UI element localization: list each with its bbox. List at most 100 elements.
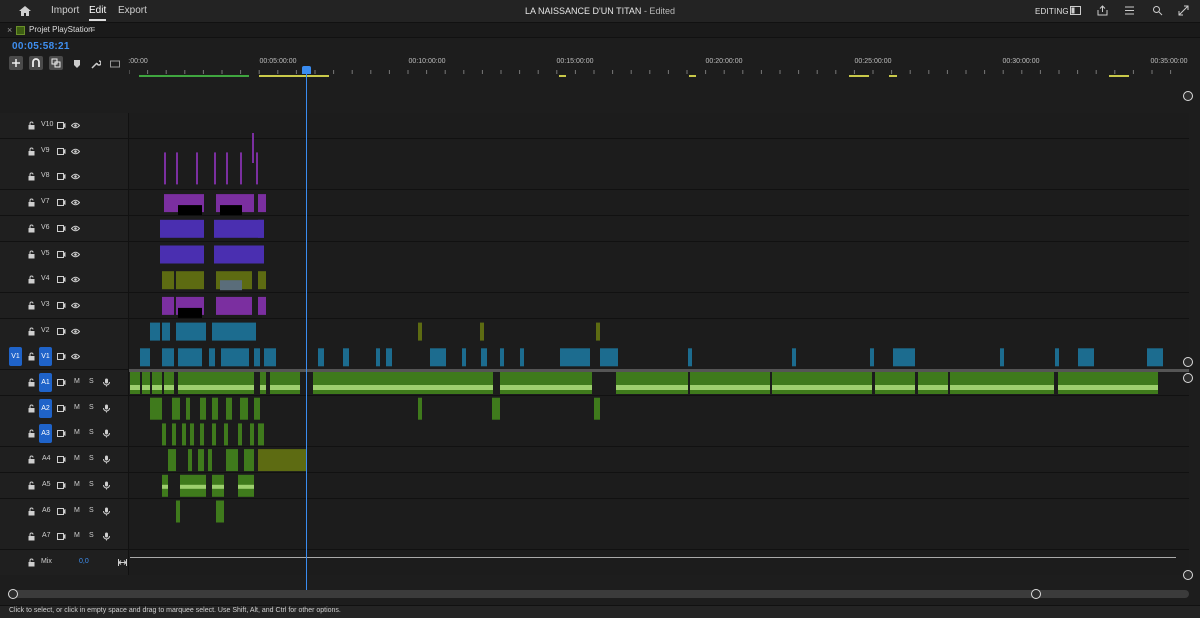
audio-zoom-handle[interactable] [1183, 570, 1193, 580]
audio-clip [594, 397, 600, 420]
audio-clip [240, 397, 248, 420]
video-clip [1000, 348, 1004, 367]
audio-waveform [918, 385, 948, 390]
video-clip [600, 348, 618, 367]
playhead-line[interactable] [306, 70, 307, 590]
audio-waveform [616, 385, 688, 390]
clip-thumbnail [220, 280, 242, 291]
audio-clip [188, 449, 192, 472]
audio-clip [258, 449, 306, 472]
audio-clip [212, 397, 218, 420]
video-clip [214, 152, 216, 185]
audio-clip [875, 372, 915, 394]
video-clip [252, 133, 254, 163]
video-clip [164, 194, 176, 213]
audio-clip [500, 372, 592, 394]
video-clip [343, 348, 349, 367]
audio-clip [244, 449, 254, 472]
clip-thumbnail [220, 205, 242, 216]
audio-waveform [164, 385, 174, 390]
video-clip [176, 152, 178, 185]
audio-clip [224, 423, 228, 446]
video-clip [160, 245, 204, 264]
audio-clip [1042, 372, 1054, 394]
video-clip [430, 348, 446, 367]
video-audio-divider[interactable] [129, 369, 1189, 372]
video-clip [500, 348, 504, 367]
clip-thumbnail [178, 307, 202, 318]
mix-level-line[interactable] [130, 557, 1176, 558]
timeline-clips[interactable] [0, 0, 1200, 617]
video-clip [792, 348, 796, 367]
audio-waveform [142, 385, 150, 390]
video-clip [221, 348, 249, 367]
video-clip [258, 194, 266, 213]
video-clip [1078, 348, 1094, 367]
audio-clip [172, 423, 176, 446]
audio-clip [172, 397, 180, 420]
audio-clip [150, 397, 162, 420]
video-clip [596, 322, 600, 341]
video-clip [258, 219, 264, 238]
audio-clip [250, 423, 254, 446]
video-clip [386, 348, 392, 367]
video-clip [176, 271, 204, 290]
audio-waveform [1058, 385, 1158, 390]
status-text: Click to select, or click in empty space… [9, 607, 341, 614]
video-clip [258, 271, 266, 290]
video-clip [256, 152, 258, 185]
video-clip [209, 348, 215, 367]
audio-clip [162, 423, 166, 446]
audio-zoom-handle[interactable] [1183, 373, 1193, 383]
audio-clip [918, 372, 948, 394]
video-clip [216, 296, 252, 315]
video-clip [226, 152, 228, 185]
video-clip [480, 322, 484, 341]
video-zoom-handle[interactable] [1183, 91, 1193, 101]
video-clip [560, 348, 590, 367]
audio-clip [142, 372, 150, 394]
audio-clip [950, 372, 1042, 394]
video-clip [258, 296, 266, 315]
video-clip [162, 296, 174, 315]
audio-clip [226, 449, 238, 472]
audio-clip [176, 500, 180, 523]
video-clip [258, 245, 264, 264]
video-zoom-handle[interactable] [1183, 357, 1193, 367]
audio-clip [313, 372, 493, 394]
video-clip [1055, 348, 1059, 367]
audio-clip [260, 372, 266, 394]
video-clip [214, 219, 264, 238]
audio-waveform [313, 385, 493, 390]
video-clip [176, 322, 206, 341]
audio-waveform [950, 385, 1042, 390]
video-clip [264, 348, 276, 367]
horizontal-scrollbar[interactable] [9, 590, 1189, 598]
status-bar: Click to select, or click in empty space… [0, 605, 1200, 618]
video-clip [870, 348, 874, 367]
audio-clip [186, 397, 190, 420]
audio-waveform [1042, 385, 1054, 390]
video-clip [214, 245, 264, 264]
video-clip [376, 348, 380, 367]
audio-clip [200, 397, 206, 420]
video-clip [162, 322, 170, 341]
audio-clip [168, 449, 176, 472]
video-clip [318, 348, 324, 367]
scroll-right-handle[interactable] [1031, 589, 1041, 599]
audio-waveform [178, 385, 254, 390]
audio-clip [254, 397, 260, 420]
audio-clip [164, 372, 174, 394]
audio-waveform [238, 484, 254, 489]
video-clip [178, 348, 202, 367]
audio-clip [226, 397, 232, 420]
audio-waveform [212, 484, 224, 489]
audio-waveform [152, 385, 162, 390]
video-clip [481, 348, 487, 367]
audio-clip [690, 372, 770, 394]
video-clip [240, 152, 242, 185]
video-clip [162, 348, 174, 367]
audio-clip [418, 397, 422, 420]
audio-waveform [500, 385, 592, 390]
scroll-left-handle[interactable] [8, 589, 18, 599]
